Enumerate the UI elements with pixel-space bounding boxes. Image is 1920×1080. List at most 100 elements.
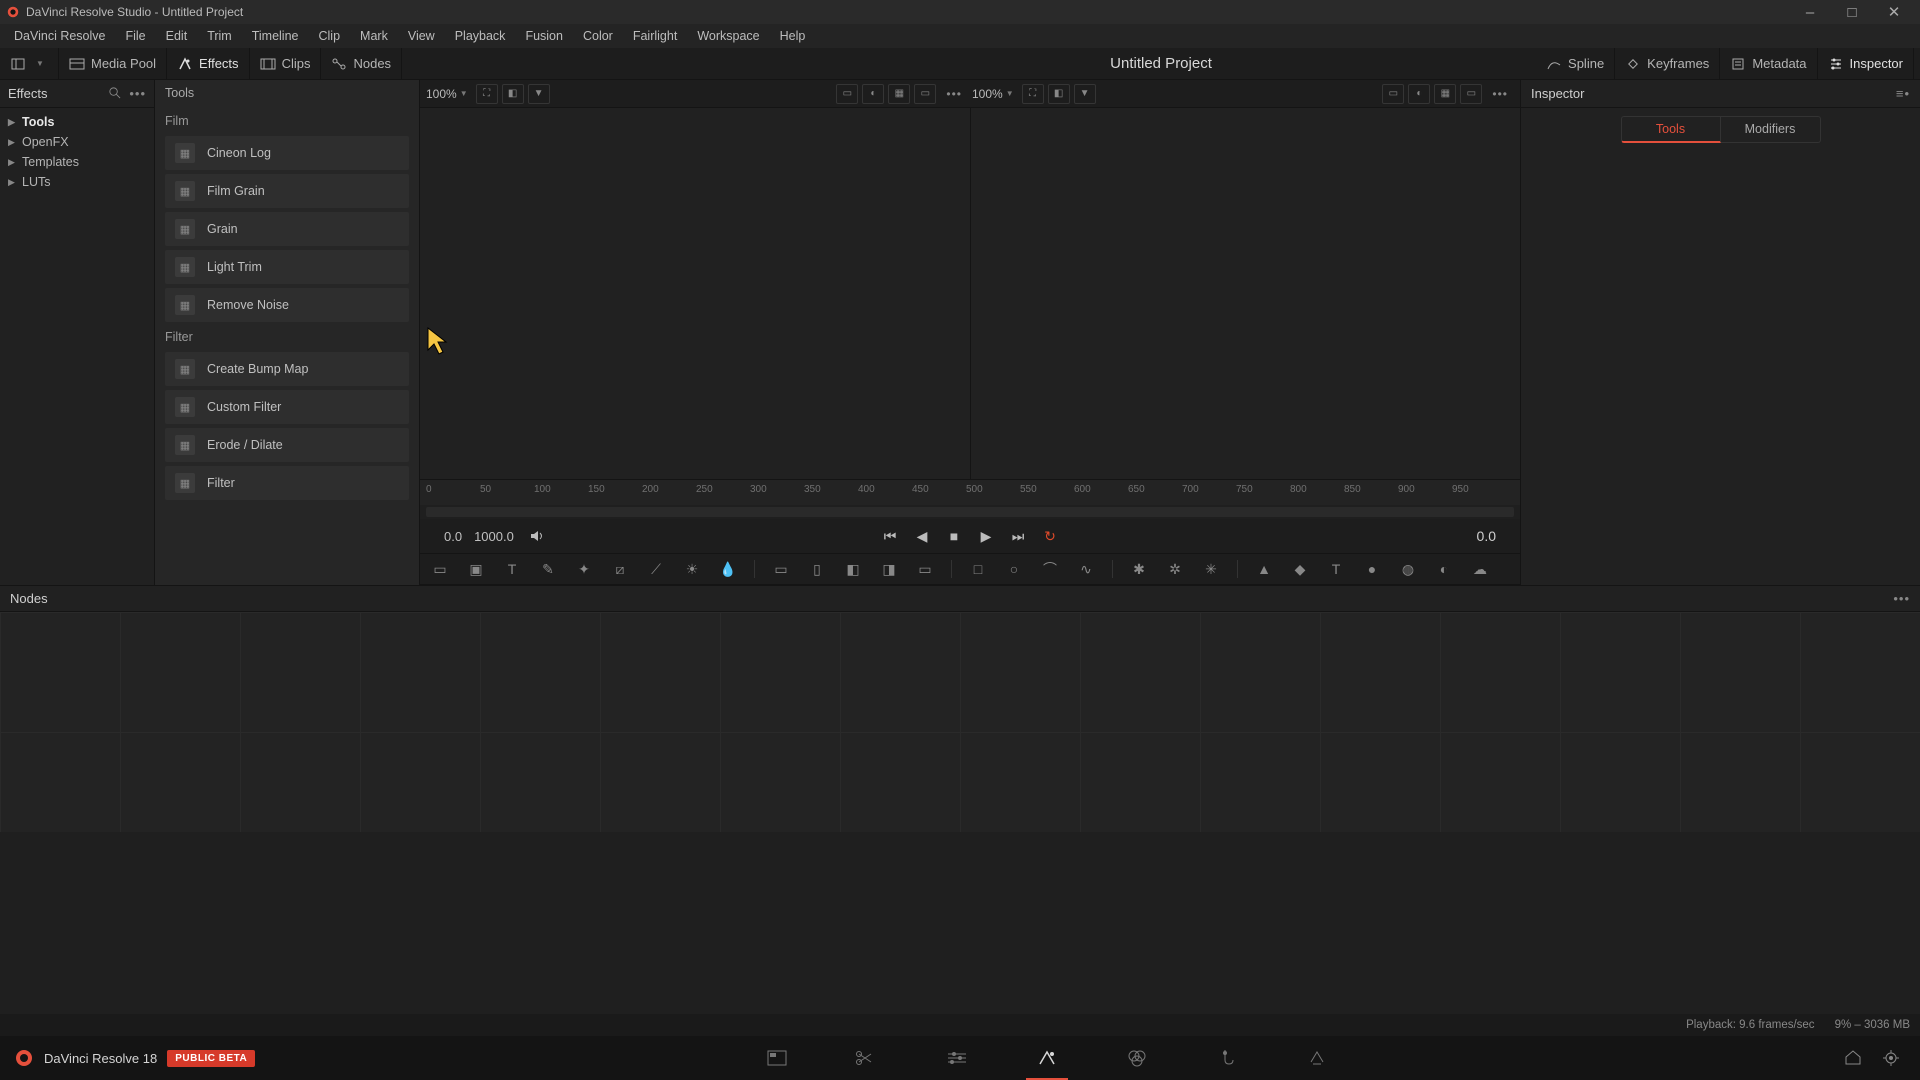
menu-clip[interactable]: Clip	[309, 26, 351, 46]
viewer-left-opt-2[interactable]: ◐	[862, 84, 884, 104]
toolstrip-icon-26[interactable]: ◆	[1290, 559, 1310, 579]
play-icon[interactable]: ▶	[975, 525, 997, 547]
menu-workspace[interactable]: Workspace	[687, 26, 769, 46]
menu-color[interactable]: Color	[573, 26, 623, 46]
toolstrip-icon-19[interactable]: ∿	[1076, 559, 1096, 579]
time-current[interactable]: 0.0	[1477, 528, 1496, 544]
page-deliver-icon[interactable]	[1302, 1043, 1332, 1073]
toolstrip-icon-1[interactable]: ▣	[466, 559, 486, 579]
page-cut-icon[interactable]	[852, 1043, 882, 1073]
toolstrip-icon-31[interactable]: ☁	[1470, 559, 1490, 579]
toolstrip-icon-2[interactable]: T	[502, 559, 522, 579]
tree-item-luts[interactable]: ▶LUTs	[0, 172, 154, 192]
tree-item-templates[interactable]: ▶Templates	[0, 152, 154, 172]
viewer-left-opt-4[interactable]: ▭	[914, 84, 936, 104]
toolstrip-icon-14[interactable]: ▭	[915, 559, 935, 579]
page-color-icon[interactable]	[1122, 1043, 1152, 1073]
menu-fairlight[interactable]: Fairlight	[623, 26, 687, 46]
toolstrip-icon-11[interactable]: ▯	[807, 559, 827, 579]
toolstrip-icon-21[interactable]: ✱	[1129, 559, 1149, 579]
menu-view[interactable]: View	[398, 26, 445, 46]
project-settings-icon[interactable]	[1882, 1049, 1900, 1067]
toolstrip-icon-0[interactable]: ▭	[430, 559, 450, 579]
tool-entry-grain[interactable]: ▦Grain	[165, 212, 409, 246]
viewer-left-opt-1[interactable]: ▭	[836, 84, 858, 104]
clips-button[interactable]: Clips	[250, 48, 322, 80]
menu-trim[interactable]: Trim	[197, 26, 242, 46]
tree-item-tools[interactable]: ▶Tools	[0, 112, 154, 132]
menu-fusion[interactable]: Fusion	[515, 26, 573, 46]
tool-entry-custom-filter[interactable]: ▦Custom Filter	[165, 390, 409, 424]
inspector-options-icon[interactable]: ≡•	[1896, 86, 1910, 101]
viewer-right-toggle-a[interactable]: ◧	[1048, 84, 1070, 104]
page-media-icon[interactable]	[762, 1043, 792, 1073]
toolstrip-icon-12[interactable]: ◧	[843, 559, 863, 579]
menu-timeline[interactable]: Timeline	[242, 26, 309, 46]
maximize-button[interactable]: □	[1832, 1, 1872, 23]
spline-button[interactable]: Spline	[1536, 48, 1615, 80]
keyframes-button[interactable]: Keyframes	[1615, 48, 1720, 80]
toolstrip-icon-5[interactable]: ⧄	[610, 559, 630, 579]
goto-start-icon[interactable]: ⏮	[879, 525, 901, 547]
inspector-tab-modifiers[interactable]: Modifiers	[1721, 116, 1821, 143]
audio-icon[interactable]	[526, 525, 548, 547]
viewer-left-toggle-b[interactable]: ▼	[528, 84, 550, 104]
viewer-right-opt-3[interactable]: ▦	[1434, 84, 1456, 104]
toolstrip-icon-7[interactable]: ☀	[682, 559, 702, 579]
stop-icon[interactable]: ■	[943, 525, 965, 547]
menu-mark[interactable]: Mark	[350, 26, 398, 46]
toolstrip-icon-22[interactable]: ✲	[1165, 559, 1185, 579]
inspector-button[interactable]: Inspector	[1818, 48, 1914, 80]
menu-davinci-resolve[interactable]: DaVinci Resolve	[4, 26, 115, 46]
toolstrip-icon-18[interactable]: ⌒	[1040, 559, 1060, 579]
step-back-icon[interactable]: ◀	[911, 525, 933, 547]
toolstrip-icon-4[interactable]: ✦	[574, 559, 594, 579]
timeline-ruler[interactable]: 0501001502002503003504004505005506006507…	[420, 479, 1520, 505]
viewer-left-more-icon[interactable]: •••	[940, 87, 968, 101]
toolstrip-icon-16[interactable]: □	[968, 559, 988, 579]
menu-file[interactable]: File	[115, 26, 155, 46]
nodes-toolbar-button[interactable]: Nodes	[321, 48, 402, 80]
inspector-tab-tools[interactable]: Tools	[1621, 116, 1721, 143]
effects-button[interactable]: Effects	[167, 48, 250, 80]
nodes-options-icon[interactable]: •••	[1893, 591, 1910, 606]
tool-entry-cineon-log[interactable]: ▦Cineon Log	[165, 136, 409, 170]
tool-entry-remove-noise[interactable]: ▦Remove Noise	[165, 288, 409, 322]
minimize-button[interactable]: –	[1790, 1, 1830, 23]
toolstrip-icon-13[interactable]: ◨	[879, 559, 899, 579]
menu-help[interactable]: Help	[770, 26, 816, 46]
viewer-left-toggle-a[interactable]: ◧	[502, 84, 524, 104]
viewer-right-more-icon[interactable]: •••	[1486, 87, 1514, 101]
tool-entry-create-bump-map[interactable]: ▦Create Bump Map	[165, 352, 409, 386]
goto-end-icon[interactable]: ⏭	[1007, 525, 1029, 547]
viewer-right-opt-1[interactable]: ▭	[1382, 84, 1404, 104]
viewer-left-fit-icon[interactable]: ⛶	[476, 84, 498, 104]
toolstrip-icon-28[interactable]: ●	[1362, 559, 1382, 579]
search-icon[interactable]	[108, 86, 121, 101]
viewer-right-zoom[interactable]: 100%▼	[972, 87, 1014, 101]
time-start[interactable]: 0.0	[444, 529, 462, 544]
tool-entry-light-trim[interactable]: ▦Light Trim	[165, 250, 409, 284]
close-button[interactable]: ✕	[1874, 1, 1914, 23]
scrub-bar[interactable]	[426, 507, 1514, 517]
menu-playback[interactable]: Playback	[445, 26, 516, 46]
tool-entry-film-grain[interactable]: ▦Film Grain	[165, 174, 409, 208]
metadata-button[interactable]: Metadata	[1720, 48, 1817, 80]
layout-toggle[interactable]: ▼	[0, 48, 59, 80]
viewer-right-toggle-b[interactable]: ▼	[1074, 84, 1096, 104]
toolstrip-icon-29[interactable]: ◍	[1398, 559, 1418, 579]
tree-item-openfx[interactable]: ▶OpenFX	[0, 132, 154, 152]
viewer-right-opt-4[interactable]: ▭	[1460, 84, 1482, 104]
page-fusion-icon[interactable]	[1032, 1043, 1062, 1073]
toolstrip-icon-27[interactable]: T	[1326, 559, 1346, 579]
page-edit-icon[interactable]	[942, 1043, 972, 1073]
toolstrip-icon-17[interactable]: ○	[1004, 559, 1024, 579]
toolstrip-icon-25[interactable]: ▲	[1254, 559, 1274, 579]
loop-icon[interactable]: ↻	[1039, 525, 1061, 547]
viewer-right[interactable]	[971, 108, 1521, 479]
page-fairlight-icon[interactable]	[1212, 1043, 1242, 1073]
media-pool-button[interactable]: Media Pool	[59, 48, 167, 80]
toolstrip-icon-23[interactable]: ✳	[1201, 559, 1221, 579]
viewer-left-zoom[interactable]: 100%▼	[426, 87, 468, 101]
effects-options-icon[interactable]: •••	[129, 86, 146, 101]
